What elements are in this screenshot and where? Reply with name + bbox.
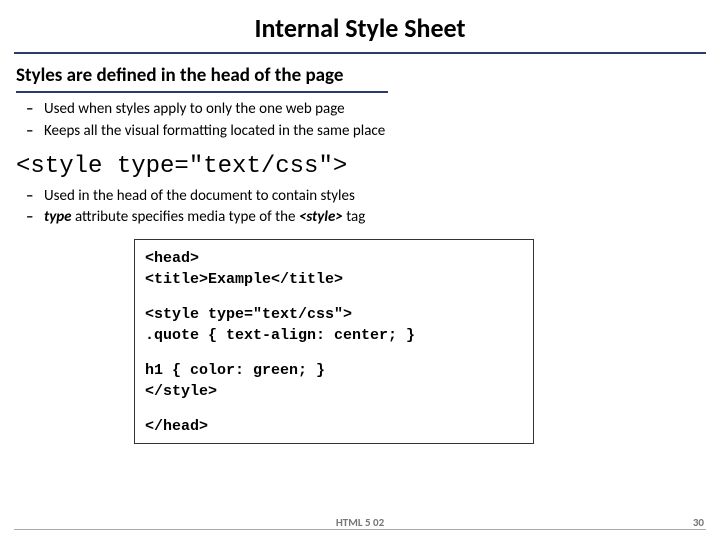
code-example-box: <head> <title>Example</title> <style typ…	[134, 239, 534, 444]
lead-heading: Styles are defined in the head of the pa…	[16, 64, 704, 87]
code-blank	[145, 290, 523, 304]
lead-underline	[16, 91, 388, 93]
code-line: </style>	[145, 381, 523, 402]
code-line: <style type="text/css">	[145, 304, 523, 325]
style-tag-name: <style>	[299, 208, 343, 226]
bullet-list-2: Used in the head of the document to cont…	[16, 186, 704, 230]
list-item: Used when styles apply to only the one w…	[44, 99, 704, 121]
code-line: <head>	[145, 248, 523, 269]
code-line: h1 { color: green; }	[145, 360, 523, 381]
list-item: Used in the head of the document to cont…	[44, 186, 704, 208]
list-item: Keeps all the visual formatting located …	[44, 121, 704, 143]
code-line: .quote { text-align: center; }	[145, 325, 523, 346]
code-line: <title>Example</title>	[145, 269, 523, 290]
footer: HTML 5 02 30	[0, 529, 720, 534]
code-blank	[145, 346, 523, 360]
list-item: type attribute specifies media type of t…	[44, 207, 704, 229]
bullet-list-1: Used when styles apply to only the one w…	[16, 99, 704, 143]
code-blank	[145, 402, 523, 416]
style-tag-code: <style type="text/css">	[16, 153, 704, 180]
content-area: Styles are defined in the head of the pa…	[0, 54, 720, 444]
bullet-text: tag	[343, 208, 365, 226]
page-number: 30	[693, 516, 704, 529]
footer-center-text: HTML 5 02	[0, 516, 720, 529]
code-line: </head>	[145, 416, 523, 437]
footer-divider	[14, 529, 706, 530]
slide-title: Internal Style Sheet	[0, 0, 720, 50]
bullet-text: attribute specifies media type of the	[72, 208, 299, 226]
type-keyword: type	[44, 208, 72, 226]
